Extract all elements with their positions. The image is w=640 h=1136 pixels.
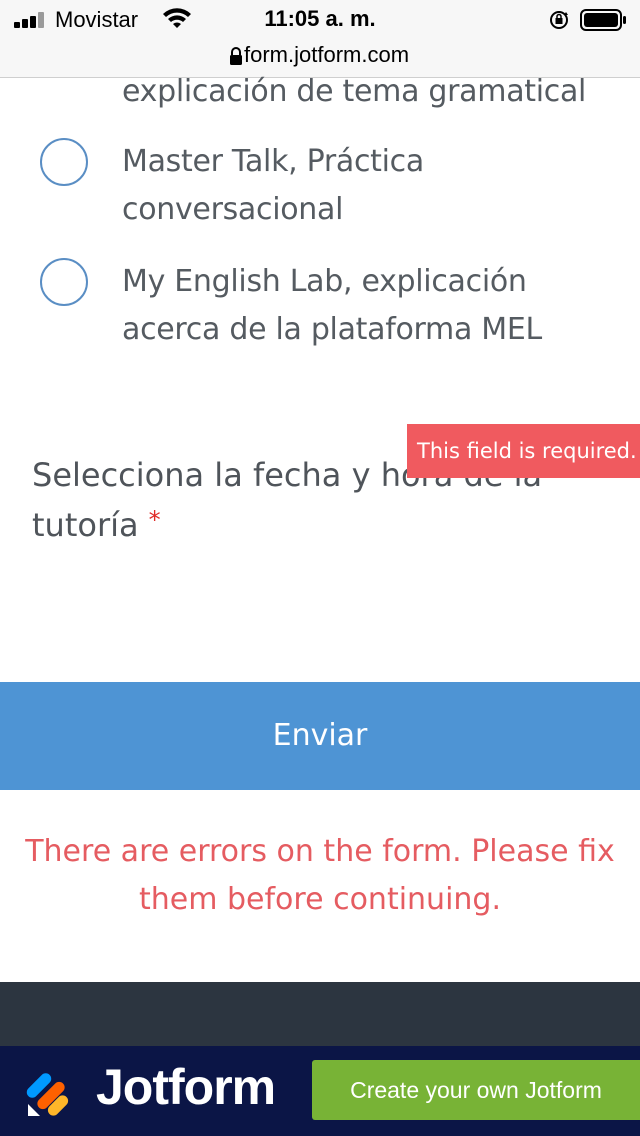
jotform-logo-icon (26, 1073, 69, 1116)
form-error-line: There are errors on the form. Please fix (25, 834, 615, 869)
option-label-line: Master Talk, Práctica (122, 144, 424, 179)
page-footer (0, 982, 640, 1046)
url-text[interactable]: form.jotform.com (244, 42, 409, 68)
clock: 11:05 a. m. (264, 6, 376, 31)
required-asterisk: * (148, 506, 161, 534)
form-error-message: There are errors on the form. Please fix… (0, 828, 640, 924)
radio-master-talk[interactable] (40, 138, 88, 186)
submit-button[interactable]: Enviar (0, 682, 640, 790)
question-label-text: tutoría (32, 506, 139, 544)
option-master-talk-label[interactable]: Master Talk, Práctica conversacional (122, 138, 424, 234)
question-label-line: tutoría * (32, 500, 592, 553)
option-label-line: My English Lab, explicación (122, 264, 527, 299)
status-bar: Movistar 11:05 a. m. (0, 0, 640, 40)
lock-icon (230, 47, 242, 65)
battery-icon (580, 9, 626, 31)
option-my-english-lab-label[interactable]: My English Lab, explicación acerca de la… (122, 258, 542, 354)
create-jotform-button[interactable]: Create your own Jotform (312, 1060, 640, 1120)
option-label-line: conversacional (122, 192, 344, 227)
radio-my-english-lab[interactable] (40, 258, 88, 306)
rotation-lock-icon (550, 11, 568, 29)
field-error-tooltip: This field is required. (407, 424, 640, 478)
option-label-line: acerca de la plataforma MEL (122, 312, 542, 347)
jotform-branding-bar: Jotform Create your own Jotform (0, 1046, 640, 1136)
option-partial-text: explicación de tema gramatical (122, 74, 587, 109)
form-error-line: them before continuing. (139, 882, 501, 917)
jotform-brand-name[interactable]: Jotform (96, 1058, 276, 1116)
